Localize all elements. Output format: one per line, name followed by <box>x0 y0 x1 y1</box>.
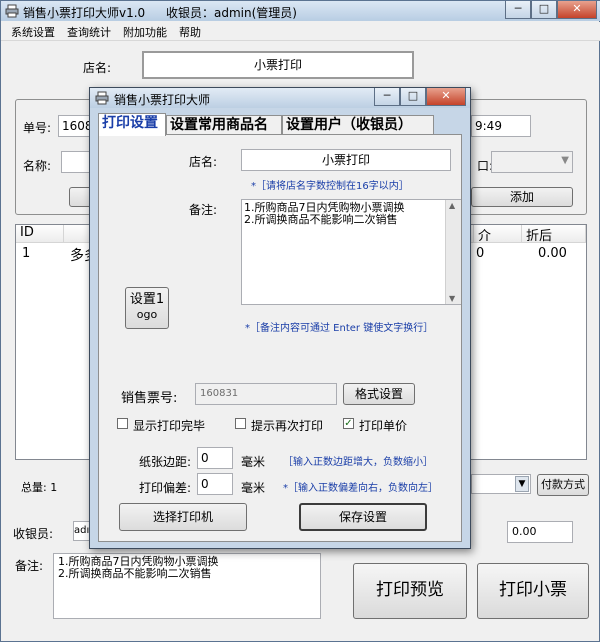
tab-common-products[interactable]: 设置常用商品名 <box>166 115 282 135</box>
close-button[interactable]: ✕ <box>557 1 597 19</box>
payment-select[interactable]: ▼ <box>471 474 531 494</box>
store-name-field[interactable]: 小票打印 <box>142 51 414 79</box>
set-logo-button[interactable]: 设置1 ogo <box>125 287 169 329</box>
settings-dialog: 销售小票打印大师 ─ □ ✕ 打印设置 设置常用商品名 设置用户（收银员） 店名… <box>89 87 471 549</box>
store-hint: *［请将店名字数控制在16字以内］ <box>251 181 409 192</box>
format-settings-button[interactable]: 格式设置 <box>343 383 415 405</box>
dialog-titlebar: 销售小票打印大师 ─ □ ✕ <box>90 88 470 108</box>
offset-unit: 毫米 <box>241 481 266 495</box>
dialog-title: 销售小票打印大师 <box>114 93 211 107</box>
checkbox-label: 提示再次打印 <box>251 419 324 433</box>
quantity-select[interactable]: ▼ <box>491 151 573 173</box>
scroll-down-icon[interactable]: ▼ <box>449 294 455 303</box>
ticket-number-label: 销售票号: <box>121 391 178 406</box>
checkbox-box[interactable] <box>235 418 246 429</box>
set-logo-line1: 设置1 <box>129 292 165 307</box>
margin-field[interactable]: 0 <box>197 447 233 469</box>
amount-field[interactable]: 0.00 <box>507 521 573 543</box>
column-header-id[interactable]: ID <box>16 225 64 243</box>
cashier-label: 收银员: <box>13 527 54 541</box>
dialog-note-label: 备注: <box>189 203 218 217</box>
row-price: 0 <box>476 246 485 261</box>
maximize-button[interactable]: □ <box>531 1 557 19</box>
print-ticket-button[interactable]: 打印小票 <box>477 563 589 619</box>
checkbox-label: 显示打印完毕 <box>133 419 206 433</box>
note-textarea[interactable]: 1.所购商品7日内凭购物小票调换 2.所调换商品不能影响二次销售 <box>53 553 321 619</box>
print-preview-button[interactable]: 打印预览 <box>353 563 467 619</box>
save-settings-button[interactable]: 保存设置 <box>299 503 427 531</box>
printer-app-icon <box>95 91 109 105</box>
scroll-up-icon[interactable]: ▲ <box>449 201 455 210</box>
offset-field[interactable]: 0 <box>197 473 233 495</box>
dialog-store-label: 店名: <box>189 155 218 169</box>
chevron-down-icon[interactable]: ▼ <box>515 476 529 492</box>
margin-unit: 毫米 <box>241 455 266 469</box>
menu-bar: 系统设置 查询统计 附加功能 帮助 <box>1 22 600 41</box>
margin-label: 纸张边距: <box>139 455 192 469</box>
select-printer-button[interactable]: 选择打印机 <box>119 503 247 531</box>
dialog-tabs: 打印设置 设置常用商品名 设置用户（收银员） <box>98 113 462 136</box>
margin-hint: ［输入正数边距增大，负数缩小］ <box>283 457 433 468</box>
checkmark-icon[interactable]: ✓ <box>343 418 354 429</box>
column-header-discount[interactable]: 折后 <box>522 225 586 244</box>
column-header-price[interactable]: 介 <box>474 225 522 244</box>
dialog-close-button[interactable]: ✕ <box>426 88 466 106</box>
printer-app-icon <box>5 4 19 18</box>
menu-extra-functions[interactable]: 附加功能 <box>123 24 167 40</box>
offset-label: 打印偏差: <box>139 481 192 495</box>
dialog-store-field[interactable]: 小票打印 <box>241 149 451 171</box>
note-hint: *［备注内容可通过 Enter 键使文字换行］ <box>245 323 434 334</box>
chevron-down-icon: ▼ <box>561 155 569 166</box>
add-button[interactable]: 添加 <box>471 187 573 207</box>
app-title: 销售小票打印大师v1.0 <box>23 6 146 20</box>
print-settings-page: 店名: 小票打印 *［请将店名字数控制在16字以内］ 备注: 1.所购商品7日内… <box>98 134 462 542</box>
menu-help[interactable]: 帮助 <box>179 24 201 40</box>
row-id: 1 <box>22 246 31 261</box>
tab-print-settings[interactable]: 打印设置 <box>98 113 166 136</box>
product-name-label: 名称: <box>23 159 52 173</box>
total-label: 总量: 1 <box>21 481 58 494</box>
checkbox-label: 打印单价 <box>359 419 408 433</box>
minimize-button[interactable]: ─ <box>505 1 531 19</box>
dialog-note-textarea[interactable]: 1.所购商品7日内凭购物小票调换 2.所调换商品不能影响二次销售 <box>241 199 461 305</box>
time-field[interactable]: 9:49 <box>471 115 531 137</box>
main-titlebar: 销售小票打印大师v1.0 收银员：admin(管理员) ─ □ ✕ <box>1 1 600 21</box>
checkbox-box[interactable] <box>117 418 128 429</box>
cashier-info: 收银员：admin(管理员) <box>166 6 297 20</box>
store-label: 店名: <box>83 61 112 75</box>
row-discount: 0.00 <box>538 246 567 261</box>
note-label: 备注: <box>15 559 44 573</box>
menu-system-settings[interactable]: 系统设置 <box>11 24 55 40</box>
ticket-number-field[interactable]: 160831 <box>195 383 337 405</box>
payment-method-button[interactable]: 付款方式 <box>537 474 589 496</box>
dialog-minimize-button[interactable]: ─ <box>374 88 400 106</box>
set-logo-line2: ogo <box>136 308 158 321</box>
dialog-maximize-button[interactable]: □ <box>400 88 426 106</box>
order-label: 单号: <box>23 121 52 135</box>
menu-query-stats[interactable]: 查询统计 <box>67 24 111 40</box>
tab-users[interactable]: 设置用户（收银员） <box>282 115 434 135</box>
offset-hint: *［输入正数偏差向右，负数向左］ <box>283 483 438 494</box>
note-scrollbar[interactable]: ▲ ▼ <box>445 200 461 304</box>
